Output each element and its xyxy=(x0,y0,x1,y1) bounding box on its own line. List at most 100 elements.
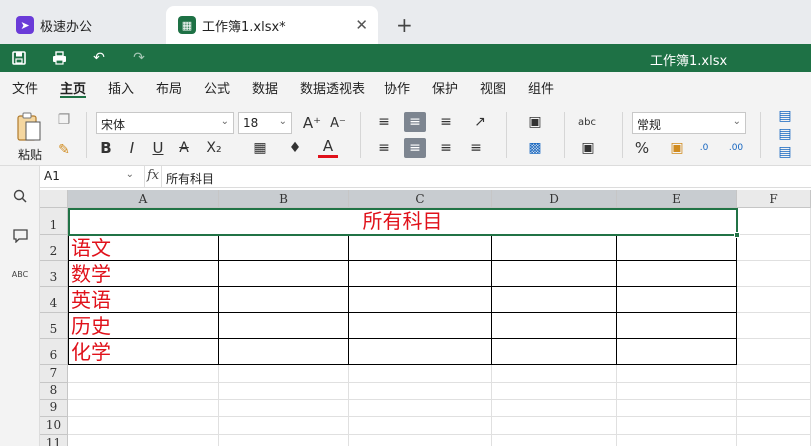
grid-cell[interactable] xyxy=(68,435,219,446)
menu-plugins[interactable]: 组件 xyxy=(528,78,554,97)
plus-icon[interactable]: + xyxy=(396,13,413,37)
menu-view[interactable]: 视图 xyxy=(480,78,506,97)
grid-cell[interactable] xyxy=(617,417,737,435)
delete-cells-icon[interactable]: ▤ xyxy=(772,126,798,142)
table-cell[interactable] xyxy=(492,235,617,261)
spreadsheet-grid[interactable]: A B C D E F 1 2 3 4 5 6 7 8 9 10 11 所有科目… xyxy=(40,190,811,446)
italic-button[interactable]: I xyxy=(122,138,142,158)
grid-cell[interactable] xyxy=(617,400,737,417)
grid-cell[interactable] xyxy=(349,417,492,435)
menu-formula[interactable]: 公式 xyxy=(204,78,230,97)
comment-icon[interactable] xyxy=(10,226,30,246)
tab-workbook[interactable]: ▦ 工作簿1.xlsx* ✕ xyxy=(166,6,378,44)
text-orientation-icon[interactable]: ↗ xyxy=(466,112,494,132)
grid-cell[interactable] xyxy=(349,365,492,383)
grid-cell[interactable] xyxy=(617,383,737,400)
table-cell[interactable] xyxy=(617,235,737,261)
menu-home[interactable]: 主页 xyxy=(60,78,86,97)
font-name-select[interactable]: 宋体 ⌄ xyxy=(96,112,234,134)
table-cell[interactable] xyxy=(492,261,617,287)
table-cell[interactable] xyxy=(617,313,737,339)
align-right-icon[interactable]: ≡ xyxy=(436,138,456,158)
table-cell[interactable] xyxy=(617,287,737,313)
row-header-5[interactable]: 5 xyxy=(40,313,68,339)
strikethrough-button[interactable]: A xyxy=(174,138,194,158)
increase-decimal-icon[interactable]: .0 xyxy=(694,138,714,158)
grid-cell[interactable] xyxy=(737,313,811,339)
named-range-icon[interactable]: ▣ xyxy=(574,138,602,158)
borders-icon[interactable]: ▦ xyxy=(246,138,274,158)
justify-icon[interactable]: ≡ xyxy=(466,138,486,158)
search-icon[interactable] xyxy=(10,186,30,206)
column-header-d[interactable]: D xyxy=(492,190,617,208)
grid-cell[interactable] xyxy=(492,365,617,383)
subject-cell[interactable]: 语文 xyxy=(71,238,111,258)
grid-cell[interactable] xyxy=(492,417,617,435)
tab-jisu-office[interactable]: ➤ 极速办公 xyxy=(4,6,154,44)
menu-file[interactable]: 文件 xyxy=(12,78,38,97)
paste-icon[interactable] xyxy=(14,110,44,144)
subscript-button[interactable]: X₂ xyxy=(200,138,228,158)
table-cell[interactable] xyxy=(349,339,492,365)
decrease-decimal-icon[interactable]: .00 xyxy=(726,138,746,158)
grid-cell[interactable] xyxy=(349,435,492,446)
table-cell[interactable] xyxy=(349,287,492,313)
table-cell[interactable] xyxy=(617,261,737,287)
column-header-e[interactable]: E xyxy=(617,190,737,208)
grid-cell[interactable] xyxy=(68,400,219,417)
align-center-icon[interactable]: ≡ xyxy=(404,138,426,158)
underline-button[interactable]: U xyxy=(148,138,168,158)
menu-layout[interactable]: 布局 xyxy=(156,78,182,97)
menu-pivot-table[interactable]: 数据透视表 xyxy=(300,78,365,97)
fx-button[interactable]: fx xyxy=(144,166,162,188)
grid-cell[interactable] xyxy=(737,383,811,400)
grid-cell[interactable] xyxy=(349,383,492,400)
grid-cell[interactable] xyxy=(737,435,811,446)
font-size-select[interactable]: 18 ⌄ xyxy=(238,112,292,134)
redo-icon[interactable]: ↷ xyxy=(128,48,150,68)
table-cell[interactable] xyxy=(219,287,349,313)
grid-cell[interactable] xyxy=(617,365,737,383)
grid-cell[interactable] xyxy=(737,400,811,417)
insert-cells-icon[interactable]: ▤ xyxy=(772,108,798,124)
subject-cell[interactable]: 英语 xyxy=(71,290,111,310)
grid-cell[interactable] xyxy=(737,365,811,383)
grid-cell[interactable] xyxy=(68,383,219,400)
row-header-3[interactable]: 3 xyxy=(40,261,68,287)
spell-check-icon[interactable]: abc xyxy=(574,112,600,132)
row-header-1[interactable]: 1 xyxy=(40,208,68,235)
table-cell[interactable] xyxy=(617,339,737,365)
grid-cell[interactable] xyxy=(617,435,737,446)
align-left-icon[interactable]: ≡ xyxy=(374,138,394,158)
grid-cell[interactable] xyxy=(219,417,349,435)
spell-check-icon[interactable]: ABC xyxy=(10,264,30,284)
table-cell[interactable] xyxy=(349,313,492,339)
menu-protect[interactable]: 保护 xyxy=(432,78,458,97)
row-header-4[interactable]: 4 xyxy=(40,287,68,313)
grid-cell[interactable] xyxy=(737,417,811,435)
table-cell[interactable] xyxy=(219,261,349,287)
table-cell[interactable] xyxy=(219,313,349,339)
table-cell[interactable] xyxy=(219,339,349,365)
grid-cell[interactable] xyxy=(219,435,349,446)
undo-icon[interactable]: ↶ xyxy=(88,48,110,68)
copy-icon[interactable]: ❐ xyxy=(54,110,74,130)
align-middle-icon[interactable]: ≡ xyxy=(404,112,426,132)
paste-label[interactable]: 粘贴 xyxy=(18,146,42,163)
number-format-select[interactable]: 常规 ⌄ xyxy=(632,112,746,134)
close-icon[interactable]: ✕ xyxy=(355,16,368,34)
grid-cell[interactable] xyxy=(737,287,811,313)
table-cell[interactable] xyxy=(219,235,349,261)
grid-cell[interactable] xyxy=(219,383,349,400)
row-header-10[interactable]: 10 xyxy=(40,417,68,435)
percent-button[interactable]: % xyxy=(632,138,652,158)
increase-font-button[interactable]: A⁺ xyxy=(302,112,322,134)
print-icon[interactable] xyxy=(48,48,70,68)
grid-cell[interactable] xyxy=(219,365,349,383)
grid-cell[interactable] xyxy=(68,417,219,435)
grid-cell[interactable] xyxy=(68,365,219,383)
align-bottom-icon[interactable]: ≡ xyxy=(436,112,456,132)
row-header-9[interactable]: 9 xyxy=(40,400,68,417)
format-painter-icon[interactable]: ✎ xyxy=(54,140,74,160)
column-header-a[interactable]: A xyxy=(68,190,219,208)
